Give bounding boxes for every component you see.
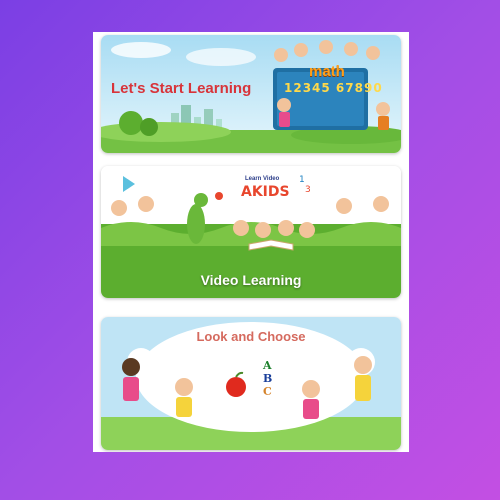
learn-video-label: Learn Video bbox=[245, 176, 280, 182]
card-title: Video Learning bbox=[200, 272, 302, 288]
card-title: Let's Start Learning bbox=[111, 80, 252, 97]
number-board: 12345 67890 bbox=[284, 81, 383, 95]
abc-letters: A B C bbox=[263, 359, 275, 398]
app-screen: Let's Start Learning math 12345 67890 1 … bbox=[93, 32, 409, 452]
letter-a: A bbox=[263, 359, 272, 372]
look-and-choose-card[interactable]: Look and Choose A B C bbox=[101, 317, 401, 450]
svg-text:3: 3 bbox=[305, 185, 311, 195]
math-badge: math bbox=[309, 63, 345, 80]
card-title: Look and Choose bbox=[196, 329, 306, 344]
lets-start-learning-card[interactable]: Let's Start Learning math 12345 67890 bbox=[101, 35, 401, 153]
akids-logo: AKIDS bbox=[241, 184, 290, 200]
letter-c: C bbox=[263, 385, 272, 398]
letter-b: B bbox=[263, 372, 273, 385]
svg-text:1: 1 bbox=[299, 175, 305, 185]
video-learning-card[interactable]: 1 3 Learn Video AKIDS Video Learning bbox=[101, 166, 401, 298]
